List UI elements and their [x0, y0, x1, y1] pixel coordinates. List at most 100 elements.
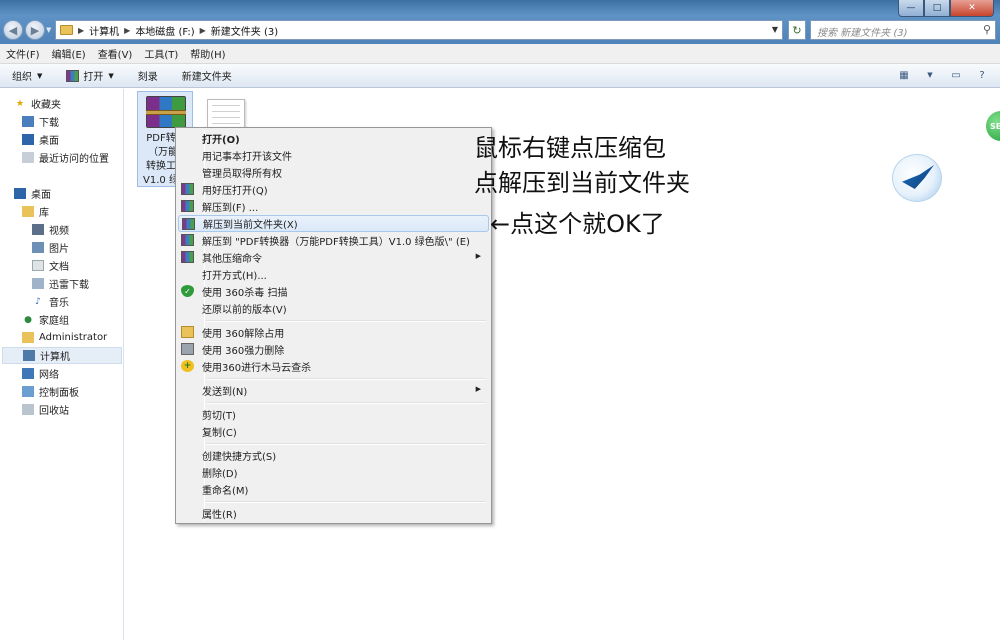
help-icon[interactable]: ? [974, 68, 990, 82]
menu-item-create-shortcut[interactable]: 创建快捷方式(S) [178, 447, 489, 464]
homegroup-icon: ● [24, 314, 32, 325]
submenu-arrow-icon: ▶ [475, 252, 481, 260]
libraries-icon [22, 206, 34, 217]
close-button[interactable]: ✕ [950, 0, 994, 17]
search-icon[interactable]: ⚲ [983, 23, 991, 36]
menu-item-restore-previous-versions[interactable]: 还原以前的版本(V) [178, 300, 489, 317]
menu-item-cut[interactable]: 剪切(T) [178, 406, 489, 423]
menu-item-360-force-delete[interactable]: 使用 360强力删除 [178, 341, 489, 358]
change-view-icon[interactable]: ▦ [896, 68, 912, 82]
menu-separator [206, 378, 486, 380]
menu-item-send-to[interactable]: 发送到(N) ▶ [178, 382, 489, 399]
breadcrumb-chevron-icon[interactable]: ▶ [124, 26, 130, 35]
menu-item-rename[interactable]: 重命名(M) [178, 481, 489, 498]
menu-item-properties[interactable]: 属性(R) [178, 505, 489, 522]
360-shield-icon: ✓ [181, 285, 194, 297]
search-input[interactable]: 搜索 新建文件夹 (3) ⚲ [810, 20, 996, 40]
menu-item-label: 使用 360杀毒 扫描 [202, 288, 288, 299]
menu-tools[interactable]: 工具(T) [144, 46, 178, 61]
menu-item-label: 解压到当前文件夹(X) [203, 220, 298, 231]
menu-item-open-with-haozip[interactable]: 用好压打开(Q) [178, 181, 489, 198]
menu-file[interactable]: 文件(F) [6, 46, 40, 61]
menu-item-label: 打开(O) [202, 135, 240, 146]
nav-label: Administrator [39, 332, 108, 343]
nav-computer[interactable]: 计算机 [2, 347, 122, 364]
menu-item-delete[interactable]: 删除(D) [178, 464, 489, 481]
menu-item-open[interactable]: 打开(O) [178, 130, 489, 147]
menu-item-extract-here[interactable]: 解压到当前文件夹(X) [178, 215, 489, 232]
minimize-button[interactable]: — [898, 0, 924, 17]
breadcrumb-current-folder[interactable]: 新建文件夹 (3) [211, 23, 278, 38]
network-icon [22, 368, 34, 379]
back-button[interactable]: ◀ [3, 20, 23, 40]
nav-label: 迅雷下载 [49, 280, 89, 291]
annotation-extract-here: 点解压到当前文件夹 [474, 169, 690, 197]
menu-item-extract-to-folder[interactable]: 解压到 "PDF转换器（万能PDF转换工具）V1.0 绿色版\" (E) [178, 232, 489, 249]
menu-item-360-antivirus-scan[interactable]: ✓ 使用 360杀毒 扫描 [178, 283, 489, 300]
360-shred-icon [181, 343, 194, 355]
document-line [212, 111, 240, 112]
menu-separator [206, 501, 486, 503]
document-line [212, 123, 240, 124]
breadcrumb-drive-f[interactable]: 本地磁盘 (F:) [135, 23, 194, 38]
view-options-chevron-icon[interactable]: ▼ [922, 68, 938, 82]
nav-label: 音乐 [49, 298, 69, 309]
recent-pages-dropdown[interactable]: ▼ [46, 26, 51, 34]
address-history-dropdown-icon[interactable]: ▼ [772, 25, 778, 34]
nav-label: 网络 [39, 370, 59, 381]
nav-label: 下载 [39, 118, 59, 129]
open-label: 打开 [83, 72, 104, 83]
menu-item-open-with[interactable]: 打开方式(H)... [178, 266, 489, 283]
menu-item-copy[interactable]: 复制(C) [178, 423, 489, 440]
menu-item-label: 发送到(N) [202, 387, 248, 398]
menu-item-take-ownership[interactable]: 管理员取得所有权 [178, 164, 489, 181]
menu-separator [206, 320, 486, 322]
menu-item-label: 创建快捷方式(S) [202, 452, 277, 463]
menu-item-label: 其他压缩命令 [202, 254, 262, 265]
organize-label: 组织 [12, 72, 32, 83]
nav-favorites[interactable]: ★ 收藏夹 [14, 95, 138, 112]
menu-help[interactable]: 帮助(H) [190, 46, 225, 61]
menu-item-label: 解压到 "PDF转换器（万能PDF转换工具）V1.0 绿色版\" (E) [202, 237, 470, 248]
bird-wing-shape [902, 165, 934, 189]
nav-label: 库 [39, 208, 49, 219]
chevron-down-icon: ▼ [108, 71, 114, 80]
recent-places-icon [22, 152, 34, 163]
menu-item-label: 复制(C) [202, 428, 237, 439]
haozip-icon [181, 251, 194, 263]
nav-label: 文档 [49, 262, 69, 273]
menu-item-other-compress-commands[interactable]: 其他压缩命令 ▶ [178, 249, 489, 266]
menu-item-extract-to[interactable]: 解压到(F) ... [178, 198, 489, 215]
open-button[interactable]: 打开 ▼ [66, 68, 114, 83]
nav-desktop[interactable]: 桌面 [14, 185, 138, 202]
menu-item-label: 用记事本打开该文件 [202, 152, 292, 163]
menu-edit[interactable]: 编辑(E) [52, 46, 86, 61]
menu-bar: 文件(F) 编辑(E) 查看(V) 工具(T) 帮助(H) [0, 44, 1000, 64]
preview-pane-icon[interactable]: ▭ [948, 68, 964, 82]
desktop-icon [22, 134, 34, 145]
new-folder-button[interactable]: 新建文件夹 [182, 68, 232, 83]
forward-button[interactable]: ▶ [25, 20, 45, 40]
breadcrumb-computer[interactable]: 计算机 [89, 23, 119, 38]
menu-item-label: 还原以前的版本(V) [202, 305, 287, 316]
back-arrow-icon: ◀ [8, 23, 18, 37]
burn-button[interactable]: 刻录 [138, 68, 158, 83]
refresh-button[interactable]: ↻ [788, 20, 806, 40]
address-bar[interactable]: ▶ 计算机 ▶ 本地磁盘 (F:) ▶ 新建文件夹 (3) ▼ [55, 20, 783, 40]
breadcrumb-chevron-icon[interactable]: ▶ [78, 26, 84, 35]
breadcrumb-chevron-icon[interactable]: ▶ [200, 26, 206, 35]
menu-item-open-with-notepad[interactable]: 用记事本打开该文件 [178, 147, 489, 164]
nav-label: 收藏夹 [31, 100, 61, 111]
menu-item-360-trojan-cloud-scan[interactable]: + 使用360进行木马云查杀 [178, 358, 489, 375]
menu-item-label: 剪切(T) [202, 411, 236, 422]
menu-view[interactable]: 查看(V) [98, 46, 133, 61]
maximize-button[interactable]: □ [924, 0, 950, 17]
toolbar-view-controls: ▦ ▼ ▭ ? [886, 68, 990, 82]
control-panel-icon [22, 386, 34, 397]
refresh-icon: ↻ [792, 23, 802, 37]
menu-item-360-unlock[interactable]: 使用 360解除占用 [178, 324, 489, 341]
submenu-arrow-icon: ▶ [475, 385, 481, 393]
organize-button[interactable]: 组织 ▼ [12, 68, 42, 84]
menu-item-label: 解压到(F) ... [202, 203, 259, 214]
nav-label: 控制面板 [39, 388, 79, 399]
